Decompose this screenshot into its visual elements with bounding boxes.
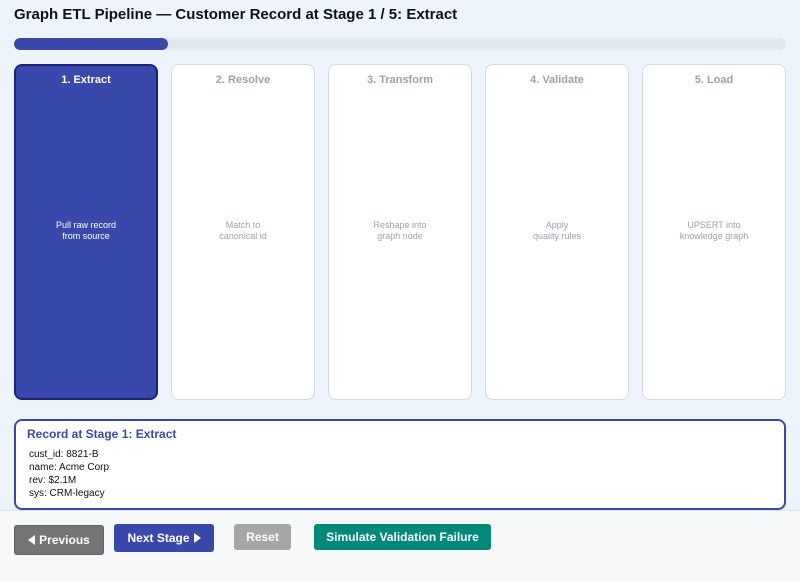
stage-description-line: UPSERT into (687, 220, 741, 230)
previous-button[interactable]: Previous (14, 525, 104, 555)
stage-description-line: graph node (377, 231, 423, 241)
stage-description: Pull raw record from source (16, 220, 156, 242)
record-title: Record at Stage 1: Extract (27, 427, 177, 441)
stage-description: Match to canonical id (172, 220, 314, 242)
triangle-left-icon (28, 535, 36, 545)
stage-description-line: Apply (545, 220, 569, 230)
stage-description-line: Reshape into (373, 220, 427, 230)
record-field: rev: $2.1M (29, 475, 77, 486)
progress-bar (14, 38, 786, 50)
stage-description: Apply quality rules (486, 220, 628, 242)
stage-description: Reshape into graph node (329, 220, 471, 242)
stage-card-load[interactable]: 5. Load UPSERT into knowledge graph (642, 64, 786, 400)
stage-description: UPSERT into knowledge graph (643, 220, 785, 242)
record-field: cust_id: 8821-B (29, 449, 99, 460)
record-panel: Record at Stage 1: Extract cust_id: 8821… (14, 419, 786, 510)
stage-description-line: Pull raw record (55, 220, 117, 230)
stage-description-line: Match to (225, 220, 261, 230)
previous-button-label: Previous (39, 533, 90, 547)
stage-title: 3. Transform (366, 74, 434, 86)
record-field: name: Acme Corp (29, 462, 110, 473)
stage-description-line: quality rules (532, 231, 582, 241)
controls-bar: Previous Next Stage Reset Simulate Valid… (0, 510, 800, 582)
stage-card-extract[interactable]: 1. Extract Pull raw record from source (14, 64, 158, 400)
stage-description-line: knowledge graph (679, 231, 749, 241)
page-title: Graph ETL Pipeline — Customer Record at … (14, 6, 458, 23)
next-stage-button-label: Next Stage (127, 531, 190, 545)
stage-card-validate[interactable]: 4. Validate Apply quality rules (485, 64, 629, 400)
progress-fill (14, 38, 169, 50)
record-fields: cust_id: 8821-B name: Acme Corp rev: $2.… (29, 448, 109, 500)
next-stage-button[interactable]: Next Stage (114, 524, 214, 552)
reset-button[interactable]: Reset (234, 524, 291, 550)
stage-title: 1. Extract (61, 74, 111, 86)
simulate-validation-failure-button[interactable]: Simulate Validation Failure (314, 524, 491, 550)
stage-description-line: canonical id (219, 231, 267, 241)
stage-title: 5. Load (694, 74, 734, 86)
stage-card-transform[interactable]: 3. Transform Reshape into graph node (328, 64, 472, 400)
stage-title: 2. Resolve (215, 74, 271, 86)
stage-card-resolve[interactable]: 2. Resolve Match to canonical id (171, 64, 315, 400)
triangle-right-icon (193, 533, 201, 543)
record-field: sys: CRM-legacy (29, 488, 105, 499)
stage-title: 4. Validate (530, 74, 584, 86)
stage-description-line: from source (62, 231, 110, 241)
